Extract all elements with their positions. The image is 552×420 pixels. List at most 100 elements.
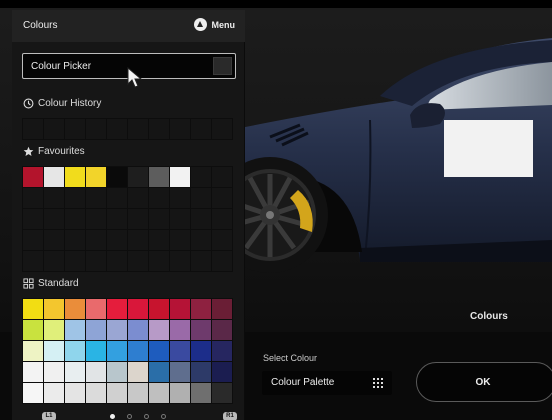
favourite-swatch[interactable] [23,167,43,187]
standard-swatch[interactable] [86,320,106,340]
favourite-swatch[interactable] [212,251,232,271]
standard-swatch[interactable] [44,299,64,319]
history-swatch[interactable] [128,119,148,139]
standard-swatch[interactable] [149,320,169,340]
favourite-swatch[interactable] [65,209,85,229]
standard-swatch[interactable] [149,362,169,382]
standard-swatch[interactable] [86,341,106,361]
favourite-swatch[interactable] [23,188,43,208]
favourite-swatch[interactable] [65,167,85,187]
standard-swatch[interactable] [23,383,43,403]
standard-swatch[interactable] [170,320,190,340]
standard-swatch[interactable] [149,383,169,403]
standard-swatch[interactable] [23,299,43,319]
r1-button[interactable]: R1 [223,412,237,420]
standard-swatch[interactable] [23,362,43,382]
favourite-swatch[interactable] [191,230,211,250]
favourite-swatch[interactable] [128,209,148,229]
standard-swatch[interactable] [86,299,106,319]
favourite-swatch[interactable] [149,230,169,250]
standard-swatch[interactable] [44,320,64,340]
favourite-swatch[interactable] [212,230,232,250]
standard-swatch[interactable] [128,299,148,319]
standard-swatch[interactable] [107,341,127,361]
standard-swatch[interactable] [86,383,106,403]
favourite-swatch[interactable] [44,209,64,229]
favourite-swatch[interactable] [23,230,43,250]
history-swatch[interactable] [23,119,43,139]
favourite-swatch[interactable] [149,251,169,271]
standard-swatch[interactable] [212,299,232,319]
standard-swatch[interactable] [212,362,232,382]
favourite-swatch[interactable] [170,251,190,271]
favourite-swatch[interactable] [65,251,85,271]
standard-swatch[interactable] [44,341,64,361]
standard-swatch[interactable] [65,320,85,340]
standard-swatch[interactable] [86,362,106,382]
favourite-swatch[interactable] [191,251,211,271]
ok-button[interactable]: OK [416,362,552,402]
standard-swatch[interactable] [107,320,127,340]
favourite-swatch[interactable] [65,230,85,250]
standard-swatch[interactable] [65,341,85,361]
favourite-swatch[interactable] [44,167,64,187]
standard-swatch[interactable] [23,320,43,340]
favourite-swatch[interactable] [44,251,64,271]
history-swatch[interactable] [170,119,190,139]
favourite-swatch[interactable] [107,188,127,208]
favourite-swatch[interactable] [191,188,211,208]
history-swatch[interactable] [86,119,106,139]
favourite-swatch[interactable] [149,167,169,187]
standard-swatch[interactable] [191,299,211,319]
standard-swatch[interactable] [212,383,232,403]
favourite-swatch[interactable] [128,251,148,271]
favourite-swatch[interactable] [170,209,190,229]
favourite-swatch[interactable] [44,188,64,208]
favourite-swatch[interactable] [170,167,190,187]
colour-palette-select[interactable]: Colour Palette [262,371,392,395]
standard-swatch[interactable] [65,362,85,382]
favourite-swatch[interactable] [128,188,148,208]
history-swatch[interactable] [65,119,85,139]
standard-swatch[interactable] [170,299,190,319]
favourite-swatch[interactable] [191,209,211,229]
standard-swatch[interactable] [65,383,85,403]
standard-swatch[interactable] [128,383,148,403]
standard-swatch[interactable] [212,320,232,340]
favourite-swatch[interactable] [128,230,148,250]
history-swatch[interactable] [212,119,232,139]
favourite-swatch[interactable] [44,230,64,250]
history-swatch[interactable] [149,119,169,139]
favourite-swatch[interactable] [107,167,127,187]
favourite-swatch[interactable] [212,188,232,208]
favourite-swatch[interactable] [86,167,106,187]
standard-swatch[interactable] [44,362,64,382]
standard-swatch[interactable] [128,320,148,340]
favourite-swatch[interactable] [212,167,232,187]
standard-swatch[interactable] [191,383,211,403]
standard-swatch[interactable] [149,299,169,319]
favourite-swatch[interactable] [149,209,169,229]
standard-swatch[interactable] [128,341,148,361]
favourite-swatch[interactable] [212,209,232,229]
favourite-swatch[interactable] [65,188,85,208]
favourite-swatch[interactable] [86,230,106,250]
favourite-swatch[interactable] [170,230,190,250]
favourite-swatch[interactable] [86,209,106,229]
favourite-swatch[interactable] [23,209,43,229]
standard-swatch[interactable] [191,320,211,340]
standard-swatch[interactable] [65,299,85,319]
favourite-swatch[interactable] [149,188,169,208]
standard-swatch[interactable] [170,341,190,361]
standard-swatch[interactable] [170,362,190,382]
standard-swatch[interactable] [128,362,148,382]
standard-swatch[interactable] [107,299,127,319]
favourite-swatch[interactable] [191,167,211,187]
standard-swatch[interactable] [212,341,232,361]
favourite-swatch[interactable] [107,251,127,271]
standard-swatch[interactable] [191,341,211,361]
standard-swatch[interactable] [191,362,211,382]
favourite-swatch[interactable] [128,167,148,187]
history-swatch[interactable] [44,119,64,139]
standard-swatch[interactable] [44,383,64,403]
